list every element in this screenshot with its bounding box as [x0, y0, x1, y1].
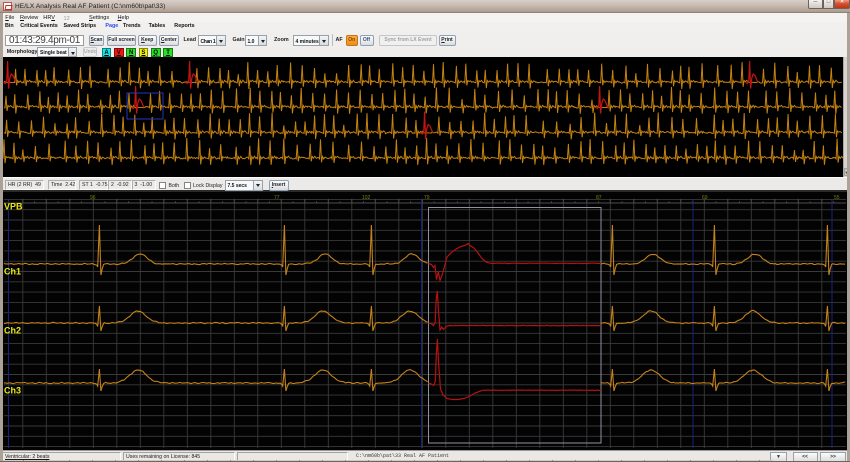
svg-text:Ch1: Ch1 [4, 267, 21, 277]
svg-text:Ch3: Ch3 [4, 386, 21, 396]
svg-text:VPB: VPB [4, 202, 23, 212]
svg-text:102: 102 [362, 195, 371, 201]
svg-text:79: 79 [424, 195, 430, 201]
svg-text:96: 96 [90, 195, 96, 201]
svg-text:77: 77 [274, 195, 280, 201]
svg-text:87: 87 [596, 195, 602, 201]
svg-text:69: 69 [702, 195, 708, 201]
svg-text:Ch2: Ch2 [4, 326, 21, 336]
svg-text:55: 55 [834, 195, 840, 201]
